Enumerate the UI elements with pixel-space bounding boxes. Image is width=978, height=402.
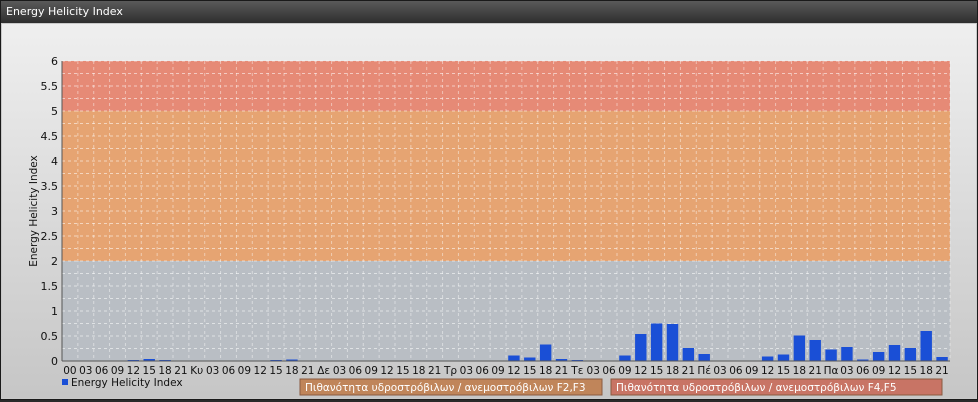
bar <box>793 335 806 361</box>
x-tick-label: 06 <box>729 365 743 377</box>
y-tick-label: 3 <box>51 205 58 218</box>
x-tick-label: 21 <box>809 365 822 377</box>
x-tick-label: 12 <box>634 365 647 377</box>
y-tick-label: 6 <box>51 55 58 68</box>
x-tick-label: 15 <box>777 365 790 377</box>
bar <box>666 324 679 361</box>
legend-swatch <box>62 379 68 385</box>
x-tick-label: 18 <box>920 365 933 377</box>
x-tick-label: 09 <box>491 365 504 377</box>
x-tick-label: Τρ <box>443 365 457 377</box>
x-tick-label: 21 <box>555 365 568 377</box>
y-tick-label: 5.5 <box>41 80 59 93</box>
x-tick-label: 06 <box>476 365 490 377</box>
x-tick-label: 18 <box>539 365 552 377</box>
band-legend-label-1: Πιθανότητα υδροστρόβιλων / ανεμοστρόβιλω… <box>305 382 586 394</box>
bar <box>682 348 695 361</box>
y-tick-label: 5 <box>51 105 58 118</box>
legend: Energy Helicity Index Πιθανότητα υδροστρό… <box>62 377 943 396</box>
bar <box>777 354 790 361</box>
x-tick-label: 21 <box>428 365 441 377</box>
x-tick-label: 06 <box>95 365 109 377</box>
bar <box>524 357 536 361</box>
y-tick-label: 0.5 <box>41 330 59 343</box>
bar <box>635 334 647 361</box>
y-tick-label: 1 <box>51 305 58 318</box>
x-tick-label: 00 <box>63 365 76 377</box>
y-tick-label: 1.5 <box>41 280 59 293</box>
bar <box>619 355 631 361</box>
bar <box>698 354 710 361</box>
y-axis-label: Energy Helicity Index <box>28 155 40 267</box>
x-tick-label: 18 <box>285 365 298 377</box>
bar <box>936 357 948 361</box>
x-tick-label: 03 <box>460 365 473 377</box>
x-tick-label: Κυ <box>190 365 203 377</box>
y-tick-label: 0 <box>51 355 58 368</box>
bar <box>872 352 885 361</box>
bar <box>809 340 821 361</box>
chart-window: Energy Helicity Index 0 0.5 1 1.5 2 2.5 3 3.5 4 4… <box>0 0 978 400</box>
x-tick-label: 03 <box>206 365 219 377</box>
x-tick-label: 18 <box>158 365 171 377</box>
x-tick-label: 09 <box>872 365 885 377</box>
legend-label: Energy Helicity Index <box>71 377 183 389</box>
x-tick-label: Τε <box>570 365 583 377</box>
x-tick-label: 15 <box>269 365 282 377</box>
x-tick-label: 15 <box>523 365 536 377</box>
x-tick-label: 12 <box>888 365 901 377</box>
y-tick-label: 4 <box>51 155 58 168</box>
x-tick-label: 21 <box>174 365 187 377</box>
bar <box>650 323 663 361</box>
x-tick-label: 15 <box>904 365 917 377</box>
x-tick-label: 03 <box>587 365 600 377</box>
x-tick-label: 15 <box>650 365 663 377</box>
x-tick-label: 18 <box>793 365 806 377</box>
bar <box>904 348 917 361</box>
x-tick-label: 06 <box>349 365 363 377</box>
x-tick-label: 03 <box>840 365 853 377</box>
band-legend-label-2: Πιθανότητα υδροστρόβιλων / ανεμοστρόβιλω… <box>616 382 897 394</box>
x-tick-label: 15 <box>143 365 156 377</box>
x-tick-label: 09 <box>365 365 378 377</box>
x-tick-label: 03 <box>79 365 92 377</box>
y-tick-label: 3.5 <box>41 180 59 193</box>
x-tick-label: 06 <box>222 365 236 377</box>
window-title: Energy Helicity Index <box>1 1 977 23</box>
y-tick-label: 2 <box>51 255 58 268</box>
y-tick-label: 2.5 <box>41 230 59 243</box>
x-tick-label: 12 <box>254 365 267 377</box>
x-tick-label: 09 <box>238 365 251 377</box>
x-tick-label: 12 <box>380 365 393 377</box>
x-tick-label: 09 <box>745 365 758 377</box>
energy-helicity-chart: 00.511.522.533.544.555.5600 03 06 09 12 15 18 2… <box>28 55 951 396</box>
x-tick-label: Πα <box>824 365 839 377</box>
x-tick-label: 15 <box>396 365 409 377</box>
x-tick-label: 09 <box>111 365 124 377</box>
bar <box>841 347 853 361</box>
x-tick-label: 21 <box>682 365 695 377</box>
bar <box>539 344 552 361</box>
x-tick-label: 21 <box>935 365 948 377</box>
x-tick-label: 12 <box>507 365 520 377</box>
bar <box>761 356 774 361</box>
x-tick-label: 12 <box>127 365 140 377</box>
bar <box>508 355 520 361</box>
x-tick-label: 09 <box>618 365 631 377</box>
y-tick-label: 4.5 <box>41 130 59 143</box>
x-tick-label: 06 <box>602 365 616 377</box>
x-tick-label: Πέ <box>697 365 711 377</box>
x-tick-label: 03 <box>713 365 726 377</box>
x-tick-label: 06 <box>856 365 870 377</box>
bar <box>825 349 837 361</box>
x-tick-label: 18 <box>666 365 679 377</box>
chart-area: 0 0.5 1 1.5 2 2.5 3 3.5 4 4.5 5 5.5 6 00 03 06 09 12 15 18 2… <box>2 24 976 398</box>
x-tick-label: 03 <box>333 365 346 377</box>
x-tick-label: 18 <box>412 365 425 377</box>
bar <box>920 331 932 361</box>
x-tick-label: 12 <box>761 365 774 377</box>
bar <box>888 345 901 361</box>
x-tick-label: Δε <box>317 365 330 377</box>
x-tick-label: 21 <box>301 365 314 377</box>
